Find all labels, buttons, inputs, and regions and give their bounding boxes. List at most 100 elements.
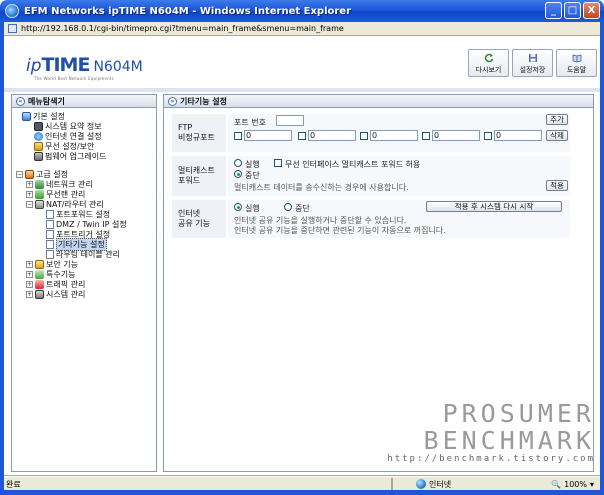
sharing-label-line1: 인터넷 [178, 209, 201, 218]
zoom-icon: 🔍 [551, 479, 562, 489]
window-frame-right [600, 22, 604, 490]
tree-item-port-forward[interactable]: 포트포워드 설정 [12, 209, 156, 219]
tree-item-routing-table[interactable]: 라우팅 테이블 관리 [12, 249, 156, 259]
multicast-section: 멀티캐스트 포워드 실행 무선 인터페이스 멀티캐스트 포워드 허용 중단 멀티… [172, 156, 570, 196]
expand-icon[interactable]: + [26, 190, 33, 198]
apply-restart-button[interactable]: 적용 후 시스템 다시 시작 [426, 201, 562, 212]
firmware-icon [34, 151, 43, 161]
tree-item-dmz-twin-ip[interactable]: DMZ / Twin IP 설정 [12, 219, 156, 229]
refresh-button[interactable]: 다시보기 [468, 49, 509, 77]
document-icon [46, 239, 54, 249]
port-field-4[interactable]: 0 [432, 130, 480, 141]
port-checkbox-4[interactable] [422, 132, 430, 140]
network-icon [35, 179, 44, 189]
tree-advanced-settings[interactable]: − 고급 설정 [12, 169, 156, 179]
tree-item-wireless-security[interactable]: 무선 설정/보안 [12, 141, 156, 151]
tree-item-network[interactable]: + 네트워크 관리 [12, 179, 156, 189]
tree-item-wireless-lan[interactable]: + 무선랜 관리 [12, 189, 156, 199]
book-icon [572, 54, 581, 63]
maximize-button[interactable]: □ [564, 2, 581, 19]
ftp-label-line2: 비정규포트 [178, 133, 215, 142]
tree-item-system-summary[interactable]: 시스템 요약 정보 [12, 121, 156, 131]
security-zone[interactable]: 인터넷 [416, 479, 451, 490]
delete-port-button[interactable]: 삭제 [546, 130, 568, 141]
expand-icon[interactable]: + [26, 290, 33, 298]
advanced-settings-icon [25, 169, 34, 179]
ftp-label-line1: FTP [178, 123, 193, 132]
zoom-control[interactable]: 🔍 100% ▾ [551, 480, 594, 489]
address-url[interactable]: http://192.168.0.1/cgi-bin/timepro.cgi?t… [21, 24, 344, 33]
expand-icon[interactable]: + [26, 270, 33, 278]
save-settings-button[interactable]: 설정저장 [512, 49, 553, 77]
watermark-line1: PROSUMER [442, 399, 595, 428]
port-checkbox-2[interactable] [298, 132, 306, 140]
tree-item-internet-connection[interactable]: 인터넷 연결 설정 [12, 131, 156, 141]
port-checkbox-1[interactable] [234, 132, 242, 140]
multicast-label-line2: 포워드 [178, 176, 201, 185]
floppy-icon [528, 54, 537, 62]
menu-explorer-header: « 메뉴탐색기 [12, 95, 156, 108]
port-checkbox-3[interactable] [360, 132, 368, 140]
port-field-5[interactable]: 0 [494, 130, 542, 141]
basic-settings-icon [22, 111, 31, 121]
ftp-label: FTP 비정규포트 [172, 114, 226, 152]
port-checkbox-5[interactable] [484, 132, 492, 140]
document-icon [46, 209, 54, 219]
watermark-url: http://benchmark.tistory.com [387, 454, 595, 464]
multicast-body: 실행 무선 인터페이스 멀티캐스트 포워드 허용 중단 멀티캐스트 데이터를 송… [228, 156, 570, 196]
sharing-description-2: 인터넷 공유 기능을 중단하면 관련된 기능이 자동으로 꺼집니다. [234, 226, 446, 235]
collapse-icon[interactable]: − [26, 200, 33, 208]
wireless-multicast-checkbox[interactable] [274, 159, 282, 167]
expand-icon[interactable]: + [26, 260, 33, 268]
zone-label: 인터넷 [429, 479, 452, 489]
watermark-line2: BENCHMARK [423, 426, 595, 455]
multicast-stop-radio[interactable] [234, 170, 242, 178]
collapse-icon[interactable]: − [16, 170, 23, 178]
document-icon [46, 249, 54, 259]
expand-icon[interactable]: + [26, 180, 33, 188]
tree-item-security[interactable]: + 보안 기능 [12, 259, 156, 269]
multicast-label-line1: 멀티캐스트 [178, 166, 215, 175]
close-button[interactable]: X [583, 2, 600, 19]
header-divider [4, 88, 600, 92]
tree-item-system[interactable]: + 시스템 관리 [12, 289, 156, 299]
sharing-run-radio[interactable] [234, 203, 242, 211]
ftp-body: 포트 번호 추가 0 0 0 0 0 삭제 [228, 114, 570, 152]
tree-item-firmware-upgrade[interactable]: 펌웨어 업그레이드 [12, 151, 156, 161]
multicast-run-radio[interactable] [234, 159, 242, 167]
sharing-run-label: 실행 [245, 204, 260, 213]
sharing-stop-label: 중단 [295, 204, 310, 213]
ftp-port-input[interactable] [276, 115, 304, 126]
help-label: 도움말 [566, 66, 587, 74]
multicast-apply-button[interactable]: 적용 [546, 180, 568, 191]
port-field-1[interactable]: 0 [244, 130, 292, 141]
port-field-3[interactable]: 0 [370, 130, 418, 141]
wireless-icon [34, 141, 43, 151]
expand-icon[interactable]: + [26, 280, 33, 288]
window-title: EFM Networks ipTIME N604M - Windows Inte… [24, 5, 352, 17]
system-icon [35, 289, 44, 299]
multicast-run-label: 실행 [245, 160, 260, 169]
address-bar[interactable]: http://192.168.0.1/cgi-bin/timepro.cgi?t… [4, 22, 600, 36]
zoom-level: 100% [564, 479, 587, 489]
tree-item-traffic[interactable]: + 트래픽 관리 [12, 279, 156, 289]
minimize-button[interactable]: _ [545, 2, 562, 19]
page-title: 기타기능 설정 [180, 96, 227, 106]
chevron-down-icon: ▾ [589, 479, 594, 489]
ftp-section: FTP 비정규포트 포트 번호 추가 0 0 0 0 0 삭제 [172, 114, 570, 152]
help-button[interactable]: 도움말 [556, 49, 597, 77]
sharing-stop-radio[interactable] [284, 203, 292, 211]
tree-item-special[interactable]: + 특수기능 [12, 269, 156, 279]
logo-tagline: The World Best Network Equipments [34, 76, 114, 81]
globe-icon [34, 131, 43, 141]
tree-item-misc-functions[interactable]: 기타기능 설정 [12, 237, 156, 251]
tree-item-nat-router[interactable]: − NAT/라우터 관리 [12, 199, 156, 209]
port-number-label: 포트 번호 [234, 118, 266, 127]
globe-icon [416, 479, 426, 489]
add-port-button[interactable]: 추가 [546, 114, 568, 125]
tree-basic-settings[interactable]: 기본 설정 [12, 111, 156, 121]
port-field-2[interactable]: 0 [308, 130, 356, 141]
settings-panel-header: » 기타기능 설정 [164, 95, 593, 108]
wireless-multicast-label: 무선 인터페이스 멀티캐스트 포워드 허용 [285, 160, 421, 169]
sharing-body: 실행 중단 적용 후 시스템 다시 시작 인터넷 공유 기능을 실행하거나 중단… [228, 200, 570, 238]
